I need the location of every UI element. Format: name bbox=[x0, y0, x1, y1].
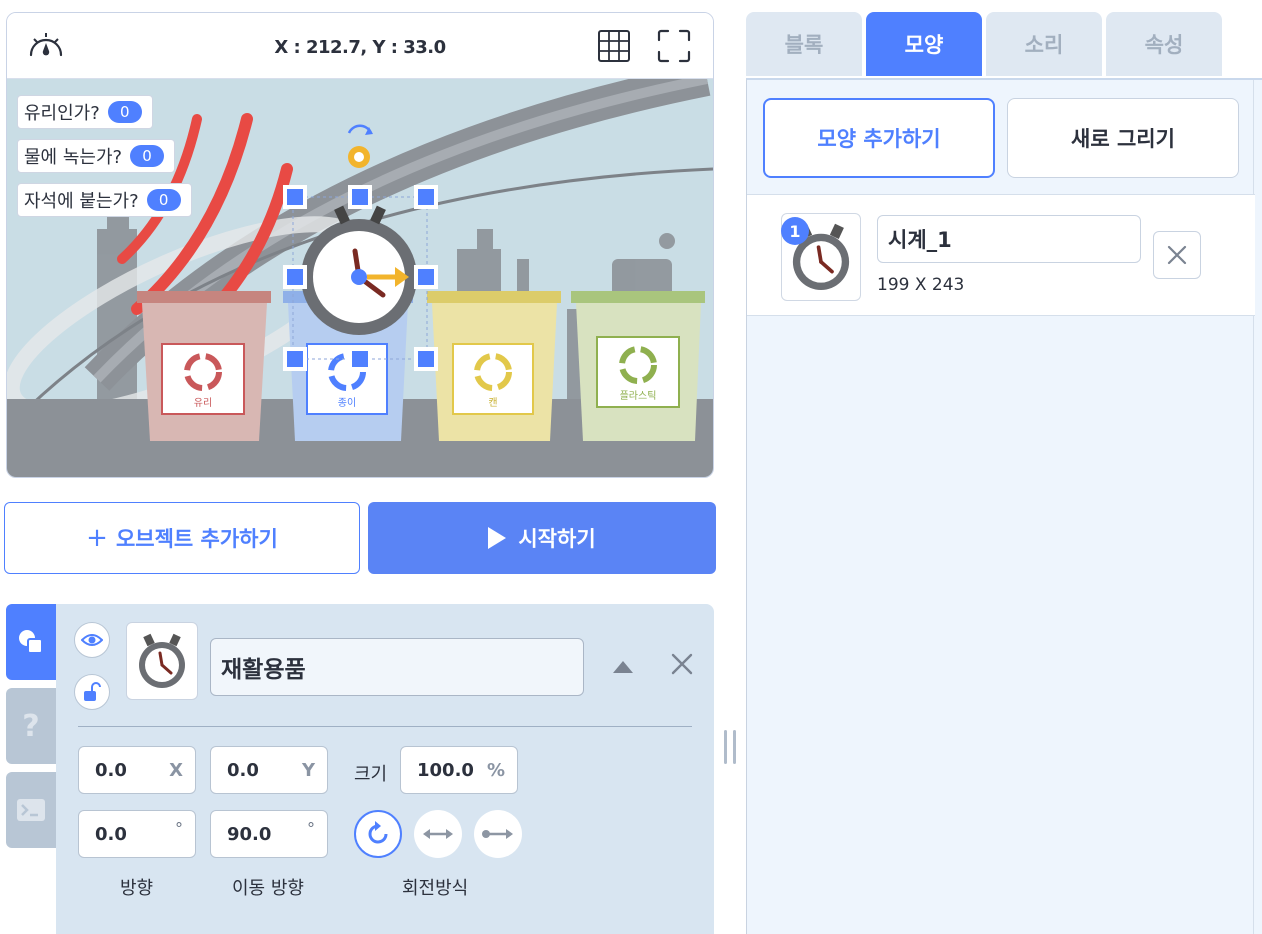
variable-monitor-glass: 유리인가? 0 bbox=[17, 95, 153, 129]
direction-degree: ° bbox=[175, 819, 183, 838]
shape-list-item[interactable]: 1 시계_1 199 X 243 bbox=[747, 194, 1255, 316]
rotate-icon bbox=[368, 821, 388, 844]
variable-value: 0 bbox=[146, 189, 181, 211]
shapes-panel: 모양 추가하기 새로 그리기 1 시계_1 199 X 243 bbox=[746, 78, 1262, 934]
delete-shape-button[interactable] bbox=[1153, 231, 1201, 279]
visibility-toggle[interactable] bbox=[74, 622, 110, 658]
fullscreen-icon[interactable] bbox=[657, 29, 691, 63]
panel-resize-handle[interactable] bbox=[724, 730, 736, 764]
unlock-icon bbox=[84, 682, 101, 701]
tab-blocks[interactable]: 블록 bbox=[746, 12, 862, 76]
direction-value: 0.0 bbox=[95, 823, 127, 845]
shape-name-input[interactable]: 시계_1 bbox=[877, 215, 1141, 263]
shape-size: 199 X 243 bbox=[877, 275, 965, 295]
close-icon[interactable] bbox=[670, 652, 694, 676]
tab-shapes[interactable]: 모양 bbox=[866, 12, 982, 76]
x-value: 0.0 bbox=[95, 759, 127, 781]
direction-label: 방향 bbox=[120, 878, 154, 899]
tab-console[interactable] bbox=[6, 772, 56, 848]
tab-properties[interactable]: 속성 bbox=[1106, 12, 1222, 76]
y-unit: Y bbox=[301, 759, 315, 781]
add-object-label: 오브젝트 추가하기 bbox=[115, 527, 278, 551]
tab-help[interactable]: ? bbox=[6, 688, 56, 764]
stage-panel: X : 212.7, Y : 33.0 유리 종이 캔 플라스틱 유리인가? 0… bbox=[6, 12, 714, 478]
terminal-icon bbox=[17, 799, 45, 821]
variable-label: 물에 녹는가? bbox=[24, 147, 123, 168]
draw-new-button[interactable]: 새로 그리기 bbox=[1007, 98, 1239, 178]
direction-field[interactable]: 0.0 ° bbox=[78, 810, 196, 858]
size-field[interactable]: 100.0 % bbox=[400, 746, 518, 794]
tab-sounds[interactable]: 소리 bbox=[986, 12, 1102, 76]
y-value: 0.0 bbox=[227, 759, 259, 781]
x-unit: X bbox=[169, 759, 183, 781]
y-field[interactable]: 0.0 Y bbox=[210, 746, 328, 794]
variable-label: 유리인가? bbox=[24, 103, 100, 124]
clock-icon bbox=[139, 633, 185, 688]
rotate-horizontal-button[interactable] bbox=[414, 810, 462, 858]
move-direction-degree: ° bbox=[307, 819, 315, 838]
start-label: 시작하기 bbox=[518, 527, 596, 551]
grid-icon[interactable] bbox=[597, 29, 631, 63]
object-name-input[interactable]: 재활용품 bbox=[210, 638, 584, 696]
variable-value: 0 bbox=[107, 101, 142, 123]
lock-toggle[interactable] bbox=[74, 674, 110, 710]
bin-label-paper: 종이 bbox=[338, 397, 356, 409]
rotate-none-button[interactable] bbox=[474, 810, 522, 858]
object-icon bbox=[19, 630, 43, 654]
tab-object[interactable] bbox=[6, 604, 56, 680]
rotate-free-button[interactable] bbox=[354, 810, 402, 858]
divider bbox=[78, 726, 692, 727]
eye-icon bbox=[81, 634, 103, 646]
variable-monitor-magnet: 자석에 붙는가? 0 bbox=[17, 183, 192, 217]
move-direction-label: 이동 방향 bbox=[232, 878, 304, 899]
move-direction-value: 90.0 bbox=[227, 823, 272, 845]
bin-label-glass: 유리 bbox=[194, 397, 212, 409]
object-side-tabs: ? bbox=[6, 604, 56, 934]
size-value: 100.0 bbox=[417, 759, 474, 781]
stage-toolbar: X : 212.7, Y : 33.0 bbox=[7, 13, 713, 79]
x-field[interactable]: 0.0 X bbox=[78, 746, 196, 794]
stage-canvas[interactable]: 유리 종이 캔 플라스틱 유리인가? 0 물에 녹는가? 0 자석에 붙는가? … bbox=[7, 62, 713, 477]
close-icon bbox=[1167, 245, 1187, 265]
shape-index-badge: 1 bbox=[781, 217, 809, 245]
play-icon bbox=[488, 527, 507, 549]
size-unit: % bbox=[486, 759, 505, 781]
variable-value: 0 bbox=[130, 145, 165, 167]
flip-horizontal-icon bbox=[423, 829, 453, 839]
object-panel: 재활용품 0.0 X 0.0 Y 크기 100.0 % 0.0 ° 90.0 ° bbox=[56, 604, 714, 934]
plus-icon: + bbox=[86, 523, 108, 553]
editor-tabs: 블록 모양 소리 속성 bbox=[746, 12, 1262, 76]
move-direction-field[interactable]: 90.0 ° bbox=[210, 810, 328, 858]
rotation-mode-label: 회전방식 bbox=[402, 878, 469, 899]
add-object-button[interactable]: + 오브젝트 추가하기 bbox=[4, 502, 360, 574]
no-rotate-icon bbox=[482, 829, 513, 839]
bin-label-plastic: 플라스틱 bbox=[620, 390, 657, 402]
size-label: 크기 bbox=[354, 764, 388, 785]
bin-label-can: 캔 bbox=[488, 397, 497, 409]
start-button[interactable]: 시작하기 bbox=[368, 502, 716, 574]
variable-label: 자석에 붙는가? bbox=[24, 191, 139, 212]
object-thumbnail bbox=[126, 622, 198, 700]
collapse-icon[interactable] bbox=[612, 658, 634, 674]
add-shape-button[interactable]: 모양 추가하기 bbox=[763, 98, 995, 178]
question-icon: ? bbox=[22, 708, 40, 744]
variable-monitor-dissolve: 물에 녹는가? 0 bbox=[17, 139, 176, 173]
